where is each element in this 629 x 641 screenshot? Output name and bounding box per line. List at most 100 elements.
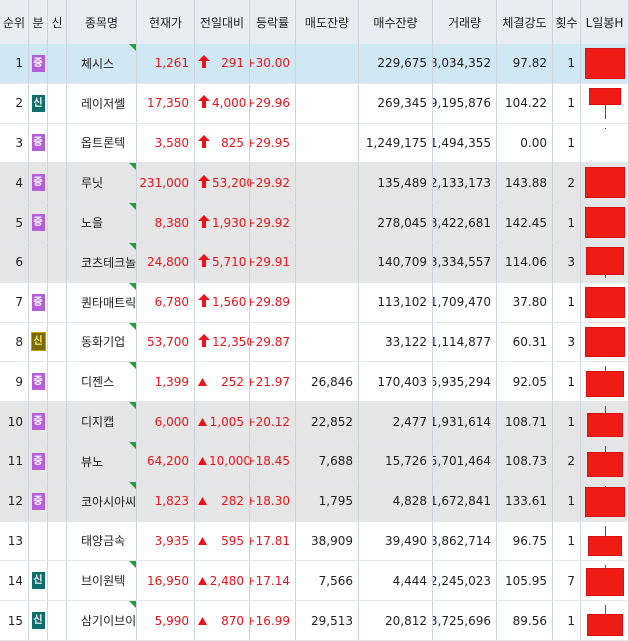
count-cell: 1 xyxy=(553,83,581,123)
header-market[interactable]: 분 xyxy=(29,0,48,44)
strength-cell: 97.82 xyxy=(497,44,553,83)
green-corner-marker-icon xyxy=(129,322,136,330)
strength-cell: 142.45 xyxy=(497,203,553,242)
change-rate-cell: +18.45 xyxy=(250,442,296,481)
change-value: 1,005 xyxy=(209,414,244,429)
market-badge-cell: 신 xyxy=(29,83,48,123)
candle-body xyxy=(585,167,625,199)
bid-qty-cell: 140,709 xyxy=(359,243,433,282)
table-row[interactable]: 6 코츠테크놀 24,800 5,710 +29.91 140,709 3,334,557 1… xyxy=(0,243,629,283)
market-badge-cell xyxy=(29,521,48,561)
header-volume[interactable]: 거래량 xyxy=(433,0,497,44)
stock-name[interactable]: 동화기업 xyxy=(81,333,125,350)
stock-name[interactable]: 디젠스 xyxy=(81,373,114,390)
count-cell: 1 xyxy=(553,601,581,640)
volume-cell: 3,422,681 xyxy=(433,203,497,242)
table-row[interactable]: 3 증 옵트론텍 3,580 825 +29.95 1,249,175 1,494,355 0.… xyxy=(0,123,629,164)
credit-cell xyxy=(48,83,67,123)
header-stock-name[interactable]: 종목명 xyxy=(67,0,137,44)
stock-name[interactable]: 뷰노 xyxy=(81,453,103,470)
header-change[interactable]: 전일대비 xyxy=(195,0,250,44)
candle-body xyxy=(585,207,625,238)
market-badge: 신 xyxy=(31,94,45,112)
header-strength[interactable]: 체결강도 xyxy=(497,0,553,44)
stock-name[interactable]: 퀀타매트릭 xyxy=(81,294,136,311)
market-badge: 증 xyxy=(31,174,45,192)
header-change-rate[interactable]: 등락률 xyxy=(250,0,296,44)
rise-triangle-icon xyxy=(198,574,207,588)
ask-qty-cell: 1,795 xyxy=(296,481,359,521)
stock-name[interactable]: 체시스 xyxy=(81,55,114,72)
candle-body xyxy=(586,452,624,477)
change-cell: 5,710 xyxy=(195,243,250,282)
stock-name[interactable]: 옵트론텍 xyxy=(81,134,125,151)
volume-cell: 2,245,023 xyxy=(433,561,497,601)
upper-limit-arrow-icon xyxy=(198,214,210,231)
stock-name[interactable]: 노을 xyxy=(81,214,103,231)
change-rate-cell: +20.12 xyxy=(250,402,296,441)
rank-cell: 4 xyxy=(0,163,29,203)
stock-name-cell: 동화기업 xyxy=(67,322,137,362)
table-row[interactable]: 5 증 노을 8,380 1,930 +29.92 278,045 3,422,681 142.… xyxy=(0,203,629,243)
header-count[interactable]: 횟수 xyxy=(553,0,581,44)
stock-name-cell: 브이원텍 xyxy=(67,561,137,601)
stock-name[interactable]: 삼기이브이 xyxy=(81,612,136,629)
change-cell: 252 xyxy=(195,362,250,402)
table-row[interactable]: 14 신 브이원텍 16,950 2,480 +17.14 7,566 4,444 2,245,… xyxy=(0,561,629,602)
count-cell: 3 xyxy=(553,243,581,282)
stock-name[interactable]: 브이원텍 xyxy=(81,572,125,589)
table-row[interactable]: 7 증 퀀타매트릭 6,780 1,560 +29.89 113,102 1,709,470 3… xyxy=(0,282,629,323)
table-row[interactable]: 2 신 레이저쎌 17,350 4,000 +29.96 269,345 9,195,876 1… xyxy=(0,83,629,124)
upper-limit-arrow-icon xyxy=(198,55,210,71)
table-row[interactable]: 15신 삼기이브이5,990 870 +16.9929,51320,81213,725… xyxy=(0,601,629,641)
candle-body xyxy=(585,48,625,79)
stock-name[interactable]: 루닛 xyxy=(81,174,103,191)
table-row[interactable]: 8 신 동화기업 53,700 12,350 +29.87 33,122 1,114,877 6… xyxy=(0,322,629,363)
green-corner-marker-icon xyxy=(129,282,136,290)
header-credit[interactable]: 신 xyxy=(48,0,67,44)
change-cell: 53,200 xyxy=(195,163,250,203)
market-badge: 신 xyxy=(30,332,46,352)
change-cell: 595 xyxy=(195,521,250,561)
table-row[interactable]: 11 증 뷰노 64,200 10,000 +18.45 7,688 15,726 5,701,… xyxy=(0,442,629,482)
count-cell: 1 xyxy=(553,44,581,83)
stock-name-cell: 코츠테크놀 xyxy=(67,243,137,282)
market-badge-cell: 신 xyxy=(29,322,48,362)
strength-cell: 89.56 xyxy=(497,601,553,640)
rank-cell: 3 xyxy=(0,123,29,163)
stock-name[interactable]: 코아시아씨 xyxy=(81,493,136,510)
table-row[interactable]: 10 증 디지캡 6,000 1,005 +20.12 22,852 2,477 1,931,6… xyxy=(0,402,629,442)
change-value: 595 xyxy=(221,533,244,548)
change-cell: 10,000 xyxy=(195,442,250,481)
header-rank[interactable]: 순위 xyxy=(0,0,29,44)
header-current-price[interactable]: 현재가 xyxy=(137,0,195,44)
change-rate-cell: +16.99 xyxy=(250,601,296,640)
count-cell: 2 xyxy=(553,163,581,203)
header-daily-candle[interactable]: L일봉H xyxy=(581,0,629,44)
table-row[interactable]: 4 증 루닛 231,000 53,200 +29.92 135,489 2,133,173 1… xyxy=(0,163,629,204)
change-value: 252 xyxy=(221,374,244,389)
header-ask-qty[interactable]: 매도잔량 xyxy=(296,0,359,44)
table-row[interactable]: 1증체시스1,261291+30.00229,67518,034,35297.8… xyxy=(0,44,629,84)
stock-name[interactable]: 코츠테크놀 xyxy=(81,254,136,271)
table-row[interactable]: 13 태양금속 3,935 595 +17.8138,90939,49018,862,7… xyxy=(0,521,629,562)
candle-body xyxy=(588,87,622,105)
stock-name-cell: 뷰노 xyxy=(67,442,137,481)
ask-qty-cell: 7,566 xyxy=(296,561,359,601)
ask-qty-cell xyxy=(296,243,359,282)
header-bid-qty[interactable]: 매수잔량 xyxy=(359,0,433,44)
change-cell: 12,350 xyxy=(195,322,250,362)
volume-cell: 18,034,352 xyxy=(433,44,497,83)
stock-name[interactable]: 태양금속 xyxy=(81,532,125,549)
market-badge-cell: 증 xyxy=(29,402,48,441)
credit-cell xyxy=(48,44,67,83)
stock-name[interactable]: 레이저쎌 xyxy=(81,95,125,112)
table-row[interactable]: 12 증 코아시아씨 1,823 282 +18.30 1,795 4,828 1,672,84… xyxy=(0,481,629,522)
table-row[interactable]: 9증 디젠스 1,399 252 +21.9726,846170,40315,935,2… xyxy=(0,362,629,403)
stock-name[interactable]: 디지캡 xyxy=(81,413,114,430)
daily-candle-cell xyxy=(581,44,629,83)
market-badge: 증 xyxy=(31,293,45,311)
upper-limit-arrow-icon xyxy=(198,254,210,270)
change-rate-cell: +18.30 xyxy=(250,481,296,521)
candle-body xyxy=(586,412,624,437)
